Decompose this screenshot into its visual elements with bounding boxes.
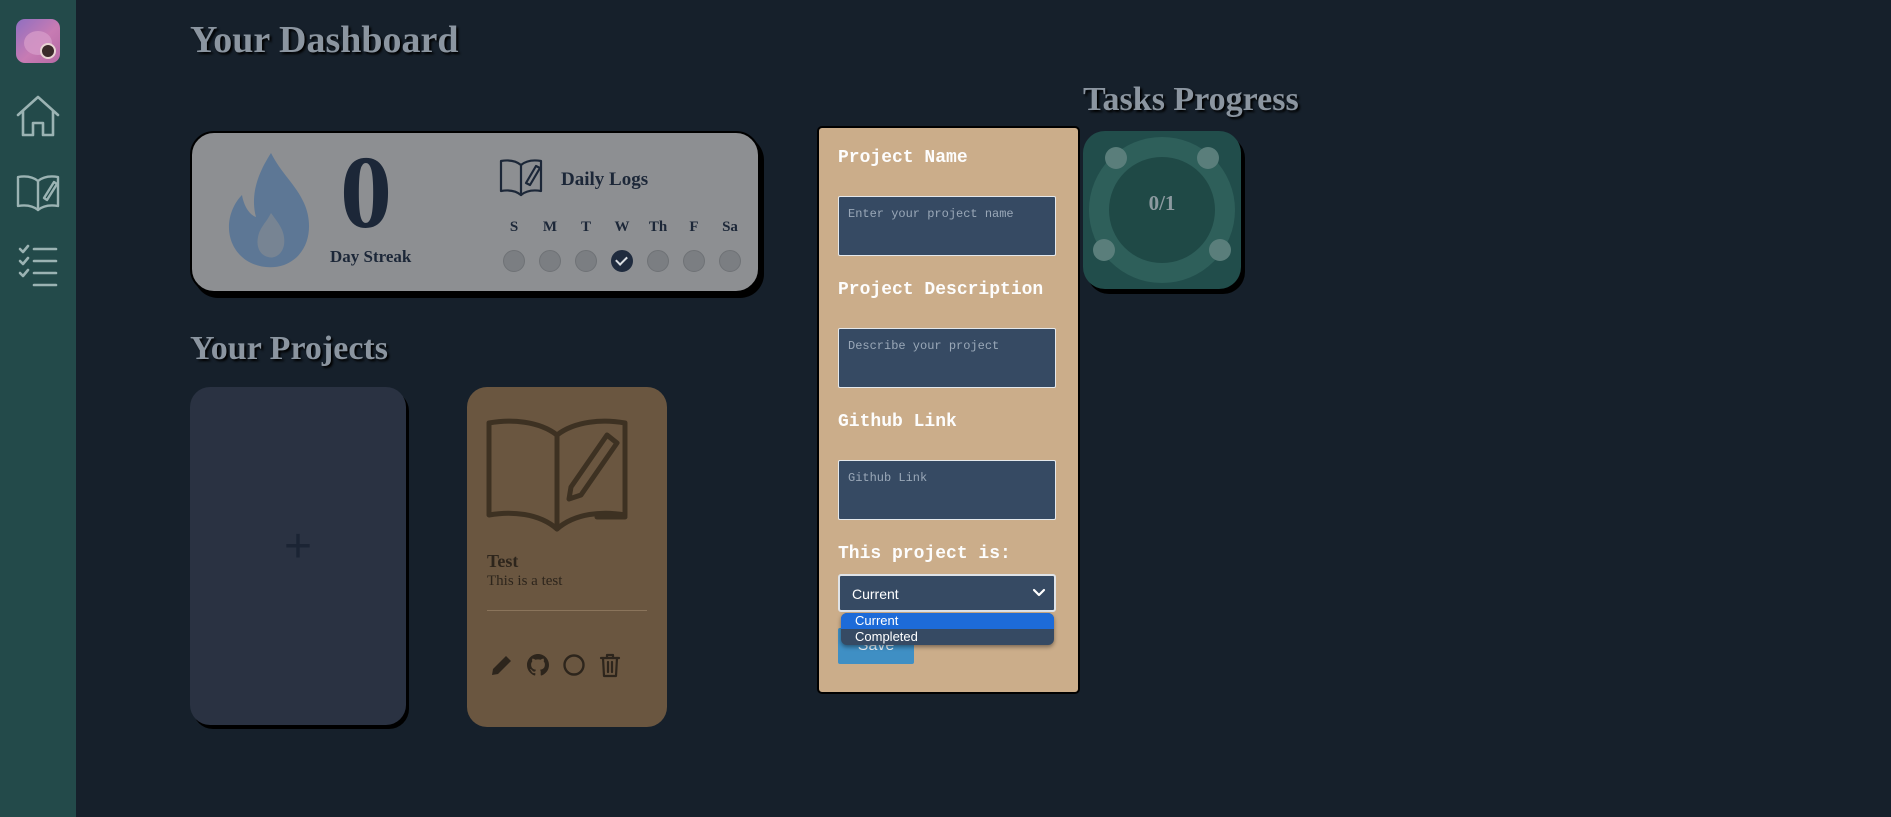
github-link-label: Github Link bbox=[838, 412, 957, 432]
projects-title: Your Projects bbox=[190, 330, 388, 367]
plus-icon: + bbox=[283, 520, 313, 573]
sidebar bbox=[0, 0, 76, 817]
trash-icon[interactable] bbox=[597, 652, 623, 678]
day-saturday: Sa bbox=[712, 219, 748, 272]
progress-ring-knob bbox=[1197, 147, 1219, 169]
day-wednesday: W bbox=[604, 219, 640, 272]
circle-icon[interactable] bbox=[561, 652, 587, 678]
github-link-input[interactable] bbox=[838, 460, 1056, 520]
divider bbox=[487, 610, 647, 611]
tasks-progress-widget: 0/1 bbox=[1083, 131, 1241, 289]
day-status-circle bbox=[719, 250, 741, 272]
pencil-icon[interactable] bbox=[489, 652, 515, 678]
status-option-current[interactable]: Current bbox=[841, 613, 1054, 629]
github-icon[interactable] bbox=[525, 652, 551, 678]
progress-ring-knob bbox=[1093, 239, 1115, 261]
chevron-down-icon bbox=[1032, 588, 1046, 597]
add-project-card[interactable]: + bbox=[190, 387, 406, 725]
day-label: W bbox=[614, 219, 630, 235]
open-book-pen-icon bbox=[499, 159, 543, 197]
day-sunday: S bbox=[496, 219, 532, 272]
page-title: Your Dashboard bbox=[190, 19, 459, 61]
progress-ring-knob bbox=[1209, 239, 1231, 261]
day-label: T bbox=[580, 219, 591, 235]
day-tuesday: T bbox=[568, 219, 604, 272]
day-label: Sa bbox=[722, 219, 738, 235]
open-book-pen-icon bbox=[486, 418, 628, 532]
user-avatar[interactable] bbox=[16, 19, 60, 63]
weekday-tracker: S M T W Th F Sa bbox=[496, 219, 741, 279]
day-status-circle bbox=[647, 250, 669, 272]
daily-logs-title: Daily Logs bbox=[561, 169, 649, 190]
project-status-select[interactable]: Current bbox=[838, 574, 1056, 612]
project-description-label: Project Description bbox=[838, 280, 1044, 300]
day-label: M bbox=[542, 219, 558, 235]
project-status-dropdown: Current Completed bbox=[841, 613, 1054, 645]
day-thursday: Th bbox=[640, 219, 676, 272]
day-monday: M bbox=[532, 219, 568, 272]
flame-icon bbox=[228, 153, 310, 268]
project-status-label: This project is: bbox=[838, 544, 1011, 564]
day-label: Th bbox=[648, 219, 668, 235]
tasks-progress-title: Tasks Progress bbox=[1083, 81, 1299, 118]
day-friday: F bbox=[676, 219, 712, 272]
project-card[interactable]: Test This is a test bbox=[467, 387, 667, 727]
checklist-icon[interactable] bbox=[14, 241, 62, 289]
day-status-circle bbox=[503, 250, 525, 272]
day-label: F bbox=[689, 219, 699, 235]
book-icon[interactable] bbox=[14, 168, 62, 216]
streak-card: 0 Day Streak Daily Logs S M T W Th F Sa bbox=[190, 131, 760, 293]
project-status-value: Current bbox=[852, 586, 899, 602]
progress-ring-knob bbox=[1105, 147, 1127, 169]
day-status-circle bbox=[539, 250, 561, 272]
day-status-circle bbox=[683, 250, 705, 272]
project-name-input[interactable] bbox=[838, 196, 1056, 256]
status-option-completed[interactable]: Completed bbox=[841, 629, 1054, 645]
day-status-check-icon bbox=[611, 250, 633, 272]
home-icon[interactable] bbox=[14, 92, 62, 140]
tasks-progress-count: 0/1 bbox=[1148, 191, 1176, 215]
streak-count: 0 bbox=[340, 135, 392, 250]
project-title: Test bbox=[487, 551, 519, 571]
project-description: This is a test bbox=[487, 573, 563, 589]
project-name-label: Project Name bbox=[838, 148, 968, 168]
project-form-modal: Project Name Project Description Github … bbox=[817, 126, 1080, 694]
project-description-input[interactable] bbox=[838, 328, 1056, 388]
day-label: S bbox=[509, 219, 519, 235]
day-status-circle bbox=[575, 250, 597, 272]
streak-label: Day Streak bbox=[330, 247, 412, 266]
